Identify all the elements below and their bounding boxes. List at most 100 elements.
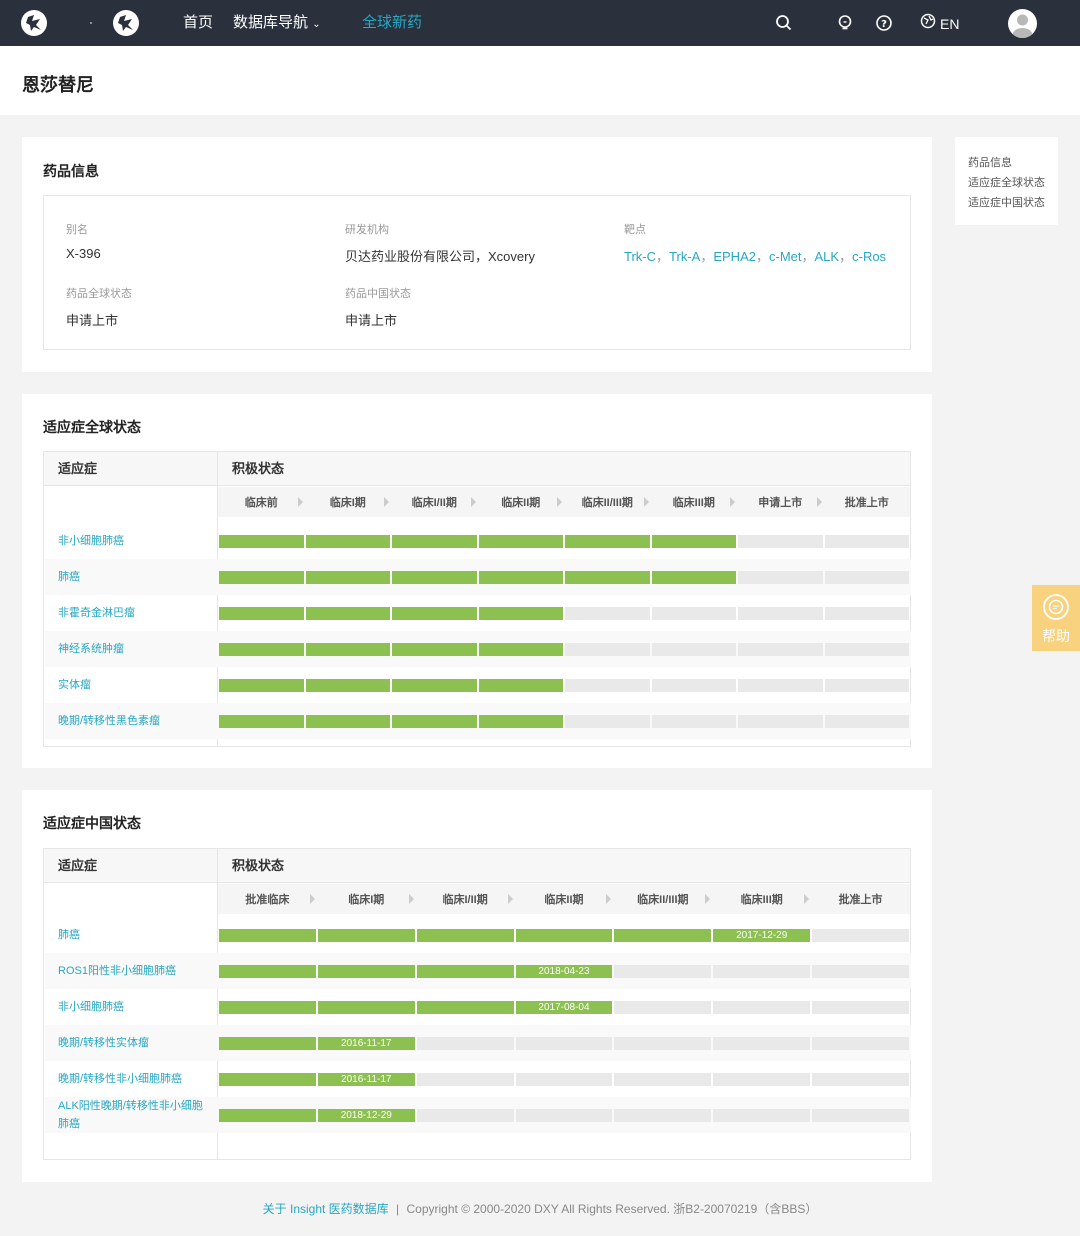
- stage-header: 临床前 临床I期 临床I/II期 临床II期 临床II/III期 临床III期 申请上市 批准…: [218, 487, 910, 517]
- progress-segment-empty: [812, 928, 909, 942]
- separator-dot: [90, 22, 92, 24]
- indication-link[interactable]: 晚期/转移性非小细胞肺癌: [58, 1070, 208, 1088]
- indication-link[interactable]: 神经系统肿瘤: [58, 640, 208, 658]
- arrow-right-icon: [384, 497, 389, 507]
- stage-label: 临床II/III期: [613, 884, 712, 914]
- global-status-label: 药品全球状态: [66, 288, 132, 300]
- progress-segment-empty: [614, 1108, 712, 1122]
- progress-segment-empty: [515, 1036, 613, 1050]
- avatar[interactable]: [1008, 9, 1037, 38]
- indication-link[interactable]: 晚期/转移性实体瘤: [58, 1034, 208, 1052]
- progress-segment-filled: [305, 534, 390, 548]
- section-nav-drug-info[interactable]: 药品信息: [968, 153, 1058, 173]
- progress-segment-filled: [478, 642, 563, 656]
- indication-link[interactable]: 非小细胞肺癌: [58, 532, 208, 550]
- progress-segment-filled: [219, 928, 316, 942]
- arrow-right-icon: [643, 497, 649, 507]
- stage-label: 临床I/II期: [416, 884, 515, 914]
- footer-separator: |: [396, 1202, 400, 1216]
- progress-segment-empty: [738, 714, 823, 728]
- page-title: 恩莎替尼: [22, 75, 94, 95]
- target-link[interactable]: EPHA2: [713, 249, 756, 264]
- progress-segment-filled: 2017-08-04: [515, 1000, 613, 1014]
- stage-label: 批准上市: [811, 884, 910, 914]
- bulb-icon[interactable]: [835, 13, 855, 33]
- stage-text: 批准上市: [844, 497, 889, 509]
- stage-label: 申请上市: [737, 487, 824, 517]
- progress-segment-empty: [713, 964, 811, 978]
- arrow-right-icon: [507, 894, 513, 904]
- indication-link[interactable]: 非霍奇金淋巴瘤: [58, 604, 208, 622]
- stage-label: 临床III期: [651, 487, 738, 517]
- insight-logo-icon[interactable]: [113, 10, 139, 36]
- arrow-right-icon: [705, 894, 711, 904]
- stage-text: 临床II期: [501, 497, 541, 509]
- progress-segment-empty: [738, 642, 823, 656]
- indication-link[interactable]: 晚期/转移性黑色素瘤: [58, 712, 208, 730]
- target-link[interactable]: c-Ros: [852, 249, 886, 264]
- progress-segment-empty: [738, 678, 823, 692]
- progress-segment-empty: [738, 606, 823, 620]
- stage-label: 临床II期: [515, 884, 614, 914]
- arrow-right-icon: [470, 497, 476, 507]
- china-status-card: 适应症中国状态 适应症 积极状态 批准临床 临床I期 临床I/II期 临床II期 临床I…: [22, 790, 932, 1182]
- progress-segment-empty: [824, 678, 909, 692]
- progress-segment-empty: [713, 1072, 811, 1086]
- question-icon[interactable]: ?: [874, 13, 894, 33]
- progress-segment-filled: [478, 606, 563, 620]
- progress-segment-filled: [651, 570, 736, 584]
- progress-segment-filled: [515, 928, 613, 942]
- title-bar: 恩莎替尼: [0, 46, 1080, 115]
- progress-segment-empty: [824, 714, 909, 728]
- progress-segment-empty: [416, 1036, 514, 1050]
- section-nav-global-status[interactable]: 适应症全球状态: [968, 173, 1058, 193]
- arrow-right-icon: [309, 894, 315, 904]
- progress-segment-empty: [515, 1072, 613, 1086]
- progress-segment-empty: [614, 1036, 712, 1050]
- progress-segment-filled: [651, 534, 736, 548]
- indication-link[interactable]: 实体瘤: [58, 676, 208, 694]
- stage-text: 临床II/III期: [637, 894, 689, 906]
- target-link[interactable]: ALK: [815, 249, 840, 264]
- indication-link[interactable]: 肺癌: [58, 926, 208, 944]
- nav-database[interactable]: 数据库导航 ⌄: [233, 13, 321, 35]
- progress-segment-filled: 2018-04-23: [515, 964, 613, 978]
- dxy-logo-icon[interactable]: [21, 10, 47, 36]
- stage-text: 临床I期: [329, 497, 366, 509]
- help-label: 帮助: [1042, 628, 1070, 644]
- progress-segment-filled: [416, 964, 514, 978]
- help-button[interactable]: 帮助: [1032, 585, 1080, 651]
- progress-segment-filled: [317, 928, 415, 942]
- about-link[interactable]: 关于 Insight 医药数据库: [263, 1202, 389, 1216]
- indication-link[interactable]: 非小细胞肺癌: [58, 998, 208, 1016]
- progress-segment-empty: [713, 1036, 811, 1050]
- progress-segment-filled: [478, 570, 563, 584]
- target-link[interactable]: Trk-A: [669, 249, 700, 264]
- indication-link[interactable]: 肺癌: [58, 568, 208, 586]
- progress-segment-empty: [738, 570, 823, 584]
- arrow-right-icon: [606, 894, 612, 904]
- language-switch[interactable]: EN: [920, 13, 959, 34]
- section-nav-china-status[interactable]: 适应症中国状态: [968, 193, 1058, 213]
- progress-segment-empty: [565, 606, 650, 620]
- stage-header: 批准临床 临床I期 临床I/II期 临床II期 临床II/III期 临床III期 批准上市: [218, 884, 910, 914]
- search-icon[interactable]: [774, 13, 794, 33]
- progress-segment-filled: [219, 714, 304, 728]
- target-link[interactable]: Trk-C: [624, 249, 656, 264]
- nav-global-drugs[interactable]: 全球新药: [362, 13, 422, 33]
- language-icon: [920, 13, 936, 34]
- progress-segment-empty: [565, 642, 650, 656]
- drug-info-card: 药品信息 别名 X-396 研发机构 贝达药业股份有限公司，Xcovery 靶点…: [22, 137, 932, 372]
- target-link[interactable]: c-Met: [769, 249, 802, 264]
- progress-segment-filled: [305, 678, 390, 692]
- stage-text: 批准上市: [838, 894, 883, 906]
- indication-link[interactable]: ROS1阳性非小细胞肺癌: [58, 962, 208, 980]
- indication-link[interactable]: ALK阳性晚期/转移性非小细胞肺癌: [58, 1097, 208, 1133]
- progress-segment-empty: [812, 1108, 909, 1122]
- stage-label: 临床I/II期: [391, 487, 478, 517]
- drug-info-title: 药品信息: [43, 163, 99, 179]
- progress-segment-empty: [812, 964, 909, 978]
- progress-segment-empty: [565, 714, 650, 728]
- nav-home[interactable]: 首页: [183, 13, 213, 33]
- progress-segment-empty: [614, 964, 712, 978]
